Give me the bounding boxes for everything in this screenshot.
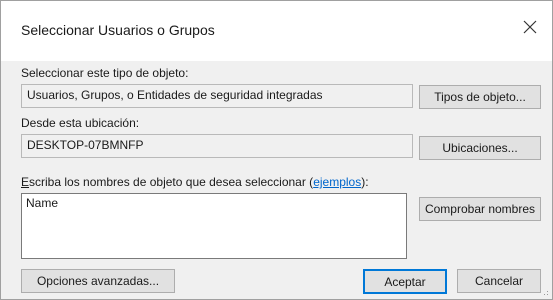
check-names-button[interactable]: Comprobar nombres	[419, 197, 541, 221]
close-icon	[523, 20, 537, 34]
cancel-button[interactable]: Cancelar	[457, 269, 541, 293]
location-label: Desde esta ubicación:	[21, 116, 140, 130]
close-button[interactable]	[516, 13, 544, 41]
location-field: DESKTOP-07BMNFP	[21, 134, 413, 158]
resize-grip-icon[interactable]	[539, 286, 549, 296]
title-bar: Seleccionar Usuarios o Grupos	[1, 1, 552, 61]
object-names-input[interactable]: Name	[21, 193, 407, 259]
object-type-field: Usuarios, Grupos, o Entidades de segurid…	[21, 84, 413, 108]
names-label-accesskey: E	[21, 175, 30, 189]
locations-button[interactable]: Ubicaciones...	[419, 136, 541, 160]
names-label: Escriba los nombres de objeto que desea …	[21, 175, 369, 189]
names-label-text: scriba los nombres de objeto que desea s…	[29, 175, 314, 189]
ok-button[interactable]: Aceptar	[363, 269, 447, 294]
advanced-options-button[interactable]: Opciones avanzadas...	[21, 269, 175, 293]
examples-link[interactable]: ejemplos	[313, 175, 361, 189]
names-label-end: ):	[361, 175, 369, 189]
object-type-label: Seleccionar este tipo de objeto:	[21, 66, 189, 80]
window-title: Seleccionar Usuarios o Grupos	[21, 22, 215, 38]
object-types-button[interactable]: Tipos de objeto...	[419, 85, 541, 109]
select-users-dialog: Seleccionar Usuarios o Grupos Selecciona…	[0, 0, 553, 300]
